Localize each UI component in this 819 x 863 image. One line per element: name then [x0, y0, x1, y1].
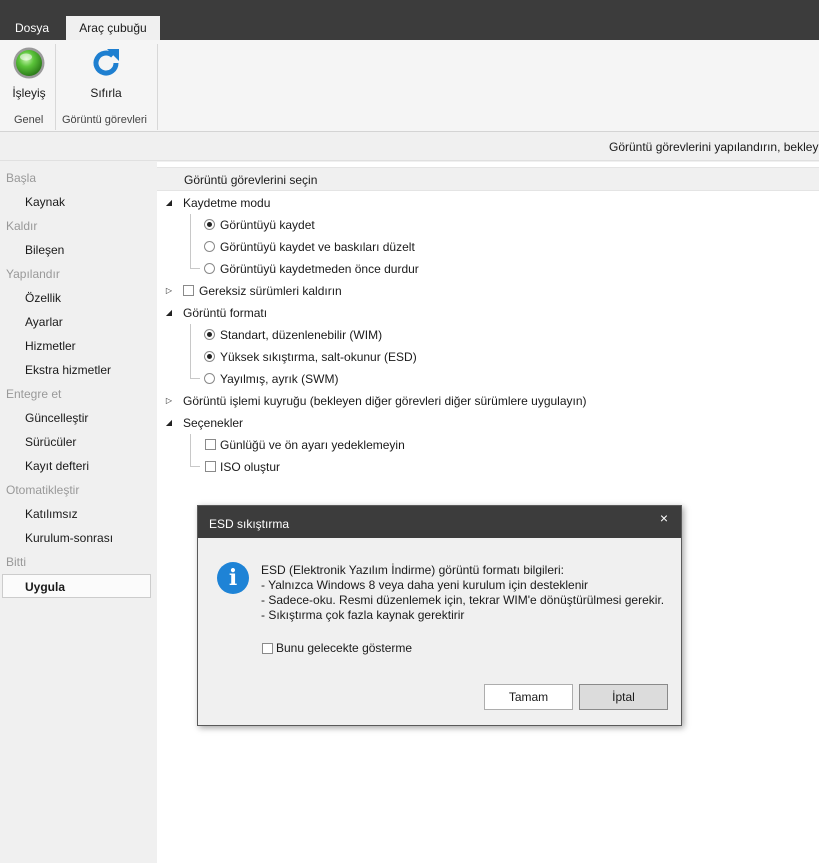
format-swm-radio[interactable]: [204, 373, 215, 384]
ribbon-separator: [157, 44, 158, 130]
refresh-icon: [93, 49, 119, 76]
sidebar-item-post-setup[interactable]: Kurulum-sonrası: [0, 526, 157, 550]
dialog-title: ESD sıkıştırma: [198, 506, 681, 538]
collapse-arrow-icon[interactable]: ◢: [164, 198, 174, 208]
ribbon: İşleyiş Sıfırla Genel Görüntü görevleri: [0, 40, 819, 132]
tab-file[interactable]: Dosya: [0, 16, 64, 40]
format-esd-label[interactable]: Yüksek sıkıştırma, salt-okunur (ESD): [220, 346, 417, 368]
status-text: Görüntü görevlerini yapılandırın, bekley…: [609, 140, 819, 154]
sidebar-item-drivers[interactable]: Sürücüler: [0, 430, 157, 454]
ok-button[interactable]: Tamam: [484, 684, 573, 710]
stop-before-save-label[interactable]: Görüntüyü kaydetmeden önce durdur: [220, 258, 419, 280]
dialog-message-line: - Sadece-oku. Resmi düzenlemek için, tek…: [261, 593, 665, 607]
dont-show-checkbox[interactable]: [262, 643, 273, 654]
format-wim-radio[interactable]: [204, 329, 215, 340]
sidebar-item-updates[interactable]: Güncelleştir: [0, 406, 157, 430]
no-backup-checkbox[interactable]: [205, 439, 216, 450]
sidebar-header-finish: Bitti: [6, 555, 27, 569]
process-button[interactable]: İşleyiş: [1, 46, 57, 100]
save-image-radio[interactable]: [204, 219, 215, 230]
save-mode-label[interactable]: Kaydetme modu: [183, 192, 270, 214]
sidebar: Başla Kaynak Kaldır Bileşen Yapılandır Ö…: [0, 162, 157, 863]
tree-line: [190, 378, 200, 379]
dialog-message-line: - Sıkıştırma çok fazla kaynak gerektirir: [261, 608, 465, 622]
collapse-arrow-icon[interactable]: ◢: [164, 418, 174, 428]
dont-show-label[interactable]: Bunu gelecekte gösterme: [276, 641, 412, 655]
dialog-message-line: - Yalnızca Windows 8 veya daha yeni kuru…: [261, 578, 589, 592]
format-wim-label[interactable]: Standart, düzenlenebilir (WIM): [220, 324, 382, 346]
sidebar-item-source[interactable]: Kaynak: [0, 190, 157, 214]
sidebar-item-apply[interactable]: Uygula: [2, 574, 151, 598]
sidebar-item-extra-services[interactable]: Ekstra hizmetler: [0, 358, 157, 382]
tree-line: [190, 214, 191, 269]
save-and-fix-label[interactable]: Görüntüyü kaydet ve baskıları düzelt: [220, 236, 415, 258]
title-tab-bar: Dosya Araç çubuğu: [0, 0, 819, 40]
save-image-label[interactable]: Görüntüyü kaydet: [220, 214, 315, 236]
tab-toolbar[interactable]: Araç çubuğu: [66, 16, 160, 40]
image-format-label[interactable]: Görüntü formatı: [183, 302, 267, 324]
save-and-fix-radio[interactable]: [204, 241, 215, 252]
reset-label: Sıfırla: [90, 86, 122, 100]
sidebar-header-remove: Kaldır: [6, 219, 38, 233]
reset-button[interactable]: Sıfırla: [78, 46, 134, 100]
esd-compression-dialog: ESD sıkıştırma × i ESD (Elektronik Yazıl…: [197, 505, 682, 726]
sidebar-header-integrate: Entegre et: [6, 387, 62, 401]
stop-before-save-radio[interactable]: [204, 263, 215, 274]
format-esd-radio[interactable]: [204, 351, 215, 362]
close-icon[interactable]: ×: [660, 510, 668, 526]
ribbon-group-general: Genel: [14, 114, 44, 126]
cancel-button[interactable]: İptal: [579, 684, 668, 710]
ribbon-group-image-tasks: Görüntü görevleri: [62, 114, 147, 126]
ribbon-separator: [55, 44, 56, 130]
sidebar-item-registry[interactable]: Kayıt defteri: [0, 454, 157, 478]
sidebar-header-automate: Otomatikleştir: [6, 483, 80, 497]
dialog-message-line: ESD (Elektronik Yazılım İndirme) görüntü…: [261, 563, 564, 577]
status-bar: Görüntü görevlerini yapılandırın, bekley…: [0, 133, 819, 161]
tree-line: [190, 434, 191, 467]
info-icon: i: [217, 562, 249, 594]
options-label[interactable]: Seçenekler: [183, 412, 243, 434]
remove-unneeded-checkbox[interactable]: [183, 285, 194, 296]
tree-line: [190, 466, 200, 467]
sidebar-item-features[interactable]: Özellik: [0, 286, 157, 310]
sidebar-item-settings[interactable]: Ayarlar: [0, 310, 157, 334]
expand-arrow-icon[interactable]: ▷: [164, 396, 174, 406]
create-iso-checkbox[interactable]: [205, 461, 216, 472]
sidebar-header-configure: Yapılandır: [6, 267, 60, 281]
sidebar-header-start: Başla: [6, 171, 37, 185]
no-backup-label[interactable]: Günlüğü ve ön ayarı yedeklemeyin: [220, 434, 405, 456]
sidebar-item-services[interactable]: Hizmetler: [0, 334, 157, 358]
tree-line: [190, 268, 200, 269]
format-swm-label[interactable]: Yayılmış, ayrık (SWM): [220, 368, 338, 390]
green-orb-icon: [13, 47, 45, 79]
remove-unneeded-label[interactable]: Gereksiz sürümleri kaldırın: [199, 280, 342, 302]
process-label: İşleyiş: [12, 86, 46, 100]
expand-arrow-icon[interactable]: ▷: [164, 286, 174, 296]
sidebar-item-unattended[interactable]: Katılımsız: [0, 502, 157, 526]
queue-label[interactable]: Görüntü işlemi kuyruğu (bekleyen diğer g…: [183, 390, 587, 412]
sidebar-item-component[interactable]: Bileşen: [0, 238, 157, 262]
collapse-arrow-icon[interactable]: ◢: [164, 308, 174, 318]
create-iso-label[interactable]: ISO oluştur: [220, 456, 280, 478]
tree-line: [190, 324, 191, 379]
section-title: Görüntü görevlerini seçin: [157, 167, 819, 191]
